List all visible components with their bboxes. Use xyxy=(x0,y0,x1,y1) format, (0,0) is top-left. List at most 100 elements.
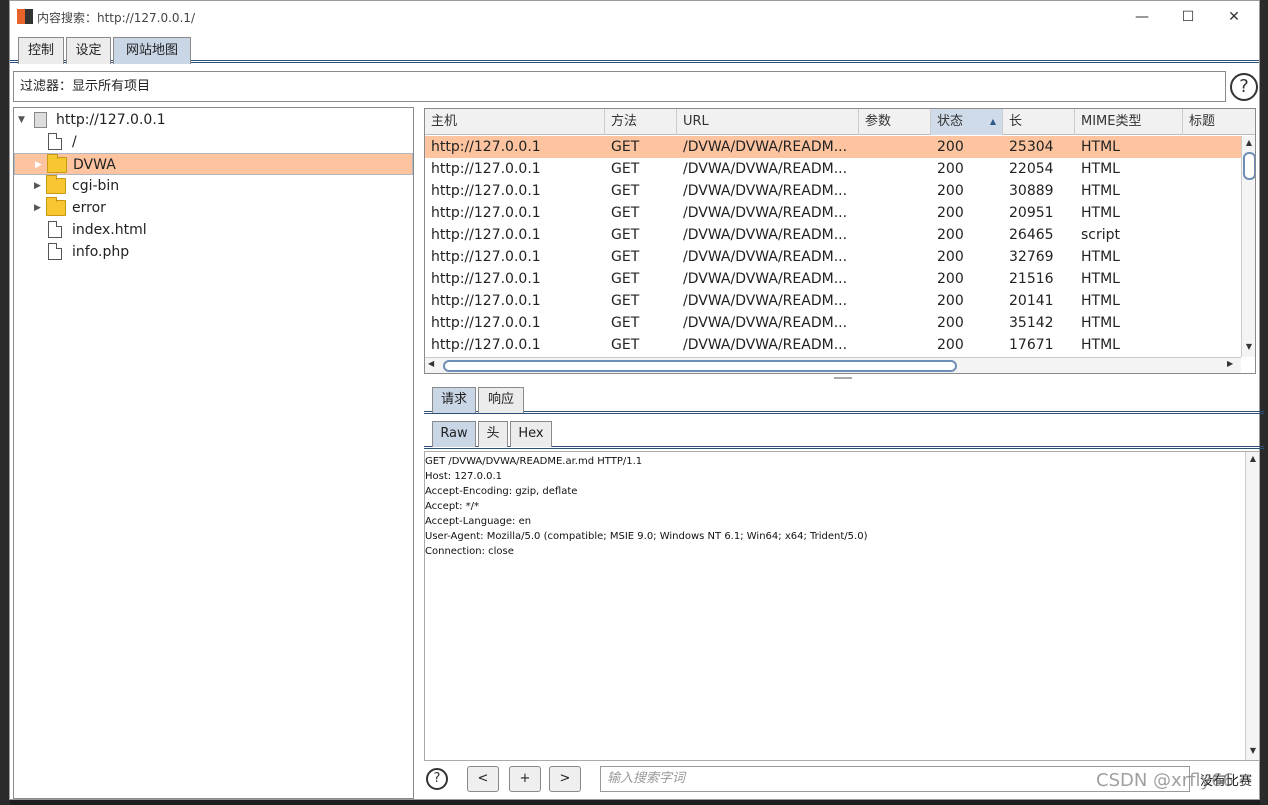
table-row[interactable]: http://127.0.0.1 GET/DVWA/DVWA/READM... 20… xyxy=(425,224,1241,246)
cell-mime: HTML xyxy=(1081,205,1120,221)
folder-icon xyxy=(47,154,67,173)
site-tree: ▼ http://127.0.0.1 / ▶ DVWA ▶ cgi-bin ▶ … xyxy=(13,107,414,799)
table-row[interactable]: http://127.0.0.1 GET/DVWA/DVWA/READM... 20… xyxy=(425,290,1241,312)
sort-ascending-icon: ▲ xyxy=(989,117,996,126)
table-row[interactable]: http://127.0.0.1 GET/DVWA/DVWA/READM... 20… xyxy=(425,268,1241,290)
request-line: Accept: */* xyxy=(425,501,479,512)
scroll-thumb[interactable] xyxy=(1243,152,1255,180)
cell-url: /DVWA/DVWA/READM... xyxy=(683,337,848,353)
scroll-right-icon[interactable]: ▶ xyxy=(1227,359,1233,368)
scroll-left-icon[interactable]: ◀ xyxy=(428,359,434,368)
column-header-host[interactable]: 主机 xyxy=(425,109,605,135)
search-help-icon[interactable]: ? xyxy=(426,768,448,790)
table-row[interactable]: http://127.0.0.1 GET/DVWA/DVWA/READM... 20… xyxy=(425,202,1241,224)
tab-site-map[interactable]: 网站地图 xyxy=(113,37,191,64)
file-icon xyxy=(48,133,62,150)
cell-host: http://127.0.0.1 xyxy=(431,205,541,221)
cell-length: 26465 xyxy=(1009,227,1054,243)
scroll-up-icon[interactable]: ▲ xyxy=(1242,138,1255,150)
cell-status: 200 xyxy=(937,315,964,331)
table-row[interactable]: http://127.0.0.1 GET/DVWA/DVWA/READM... 20… xyxy=(425,246,1241,268)
tree-item-host[interactable]: ▼ http://127.0.0.1 xyxy=(14,109,413,131)
tree-item-error[interactable]: ▶ error xyxy=(14,197,413,219)
cell-url: /DVWA/DVWA/READM... xyxy=(683,139,848,155)
scroll-up-icon[interactable]: ▲ xyxy=(1246,454,1260,466)
table-vertical-scrollbar[interactable]: ▲ ▼ xyxy=(1241,136,1255,357)
column-header-method[interactable]: 方法 xyxy=(605,109,677,135)
tab-raw[interactable]: Raw xyxy=(432,421,476,447)
maximize-button[interactable]: ☐ xyxy=(1178,7,1198,27)
tab-headers[interactable]: 头 xyxy=(478,421,508,447)
expand-toggle-icon[interactable]: ▼ xyxy=(18,109,28,131)
request-editor[interactable]: GET /DVWA/DVWA/README.ar.md HTTP/1.1 Host… xyxy=(424,451,1260,761)
cell-length: 17671 xyxy=(1009,337,1054,353)
minimize-button[interactable]: — xyxy=(1132,7,1152,27)
tab-hex[interactable]: Hex xyxy=(510,421,552,447)
column-header-length[interactable]: 长 xyxy=(1003,109,1075,135)
cell-length: 32769 xyxy=(1009,249,1054,265)
table-row[interactable]: http://127.0.0.1 GET/DVWA/DVWA/READM... 20… xyxy=(425,312,1241,334)
request-line: Connection: close xyxy=(425,546,514,557)
cell-host: http://127.0.0.1 xyxy=(431,337,541,353)
table-horizontal-scrollbar[interactable]: ◀ ▶ xyxy=(425,357,1241,373)
title-bar: 内容搜索：http://127.0.0.1/ — ☐ ✕ xyxy=(10,1,1259,33)
column-header-status-label: 状态 xyxy=(937,114,964,129)
column-header-title[interactable]: 标题 xyxy=(1183,109,1255,135)
column-header-status[interactable]: 状态 ▲ xyxy=(931,109,1003,135)
cell-method: GET xyxy=(611,139,640,155)
cell-mime: HTML xyxy=(1081,139,1120,155)
expand-toggle-icon[interactable]: ▶ xyxy=(35,154,45,176)
request-vertical-scrollbar[interactable]: ▲ ▼ xyxy=(1245,452,1259,760)
scroll-down-icon[interactable]: ▼ xyxy=(1246,746,1260,758)
help-icon[interactable]: ? xyxy=(1230,73,1258,101)
next-match-button[interactable]: > xyxy=(549,766,581,792)
expand-toggle-icon[interactable]: ▶ xyxy=(34,175,44,197)
tree-item-index-html[interactable]: index.html xyxy=(14,219,413,241)
cell-status: 200 xyxy=(937,205,964,221)
tree-item-info-php[interactable]: info.php xyxy=(14,241,413,263)
cell-host: http://127.0.0.1 xyxy=(431,161,541,177)
scroll-thumb-horizontal[interactable] xyxy=(443,360,957,372)
cell-length: 30889 xyxy=(1009,183,1054,199)
table-row[interactable]: http://127.0.0.1 GET/DVWA/DVWA/READM... 20… xyxy=(425,158,1241,180)
cell-method: GET xyxy=(611,293,640,309)
tab-settings[interactable]: 设定 xyxy=(66,37,111,64)
add-match-button[interactable]: + xyxy=(509,766,541,792)
tab-control[interactable]: 控制 xyxy=(18,37,64,64)
tree-item-cgi-bin[interactable]: ▶ cgi-bin xyxy=(14,175,413,197)
close-button[interactable]: ✕ xyxy=(1224,7,1244,27)
tree-item-root[interactable]: / xyxy=(14,131,413,153)
cell-mime: HTML xyxy=(1081,293,1120,309)
tab-request[interactable]: 请求 xyxy=(432,387,476,413)
cell-method: GET xyxy=(611,271,640,287)
expand-toggle-icon[interactable]: ▶ xyxy=(34,197,44,219)
filter-bar[interactable]: 过滤器：显示所有项目 xyxy=(13,71,1226,102)
table-row[interactable]: http://127.0.0.1 GET/DVWA/DVWA/READM... 20… xyxy=(425,180,1241,202)
table-row[interactable]: http://127.0.0.1 GET/DVWA/DVWA/READM... 20… xyxy=(425,334,1241,356)
request-line: GET /DVWA/DVWA/README.ar.md HTTP/1.1 xyxy=(425,456,643,467)
scroll-down-icon[interactable]: ▼ xyxy=(1242,342,1255,354)
table-row[interactable]: http://127.0.0.1 GET/DVWA/DVWA/READM... 20… xyxy=(425,136,1241,158)
cell-length: 21516 xyxy=(1009,271,1054,287)
cell-method: GET xyxy=(611,315,640,331)
previous-match-button[interactable]: < xyxy=(467,766,499,792)
column-header-url[interactable]: URL xyxy=(677,109,859,135)
tree-item-label: error xyxy=(72,200,106,216)
pane-divider[interactable] xyxy=(415,107,421,799)
cell-url: /DVWA/DVWA/READM... xyxy=(683,227,848,243)
cell-method: GET xyxy=(611,337,640,353)
tab-response[interactable]: 响应 xyxy=(478,387,524,413)
cell-mime: script xyxy=(1081,227,1121,243)
cell-url: /DVWA/DVWA/READM... xyxy=(683,271,848,287)
message-tabs: 请求 响应 xyxy=(424,384,1264,414)
column-header-mime[interactable]: MIME类型 xyxy=(1075,109,1183,135)
table-header: 主机 方法 URL 参数 状态 ▲ 长 MIME类型 标题 xyxy=(425,109,1255,135)
request-line: User-Agent: Mozilla/5.0 (compatible; MSI… xyxy=(425,531,868,542)
cell-status: 200 xyxy=(937,337,964,353)
cell-length: 22054 xyxy=(1009,161,1054,177)
tree-item-dvwa[interactable]: ▶ DVWA xyxy=(14,153,413,175)
cell-url: /DVWA/DVWA/READM... xyxy=(683,249,848,265)
cell-length: 35142 xyxy=(1009,315,1054,331)
column-header-params[interactable]: 参数 xyxy=(859,109,931,135)
horizontal-splitter[interactable] xyxy=(424,376,1264,381)
